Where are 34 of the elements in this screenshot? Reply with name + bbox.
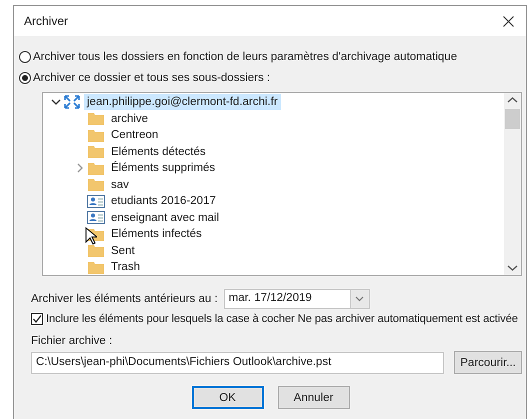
- checkbox[interactable]: [31, 313, 43, 325]
- date-label: Archiver les éléments antérieurs au :: [31, 293, 218, 305]
- file-path-field[interactable]: C:\Users\jean-phi\Documents\Fichiers Outlook\archive.pst: [31, 352, 444, 374]
- close-icon: [503, 16, 514, 26]
- scrollbar-thumb[interactable]: [505, 109, 520, 129]
- tree-item[interactable]: Centreon: [108, 127, 162, 144]
- window-title: Archiver: [24, 14, 68, 28]
- tree-item[interactable]: enseignant avec mail: [108, 210, 222, 226]
- archive-file-label: Fichier archive :: [31, 335, 114, 347]
- tree-item[interactable]: Éléments supprimés: [108, 160, 218, 176]
- mouse-cursor-icon: [85, 227, 97, 245]
- checkbox-label[interactable]: Inclure les éléments pour lesquels la case à cocher Ne pas archiver automatiquement est activée: [46, 313, 518, 325]
- ok-button[interactable]: OK: [192, 386, 264, 409]
- chevron-right-icon[interactable]: [76, 163, 84, 174]
- radio-button[interactable]: [19, 50, 31, 62]
- tree-item[interactable]: Eléments infectés: [108, 226, 205, 242]
- option-label[interactable]: Archiver ce dossier et tous ses sous-dossiers :: [33, 72, 270, 84]
- browse-button[interactable]: Parcourir...: [454, 351, 522, 374]
- option-label[interactable]: Archiver tous les dossiers en fonction de leurs paramètres d'archivage automatique: [33, 50, 458, 62]
- tree-item[interactable]: sav: [108, 176, 132, 193]
- mailbox-icon: [63, 94, 81, 110]
- tree-item[interactable]: etudiants 2016-2017: [108, 193, 219, 210]
- tree-item[interactable]: Sent: [108, 242, 138, 259]
- cancel-button[interactable]: Annuler: [278, 386, 350, 409]
- tree-item[interactable]: Eléments détectés: [108, 144, 209, 160]
- dropdown-caret-icon[interactable]: [355, 296, 364, 302]
- chevron-down-icon[interactable]: [51, 98, 61, 106]
- tree-item[interactable]: Trash: [108, 259, 143, 275]
- checkmark-icon: [32, 314, 42, 324]
- date-picker[interactable]: mar. 17/12/2019: [224, 289, 370, 309]
- radio-button[interactable]: [19, 72, 31, 84]
- tree-item[interactable]: jean.philippe.goi@clermont-fd.archi.fr: [84, 94, 281, 110]
- vertical-scrollbar[interactable]: [504, 93, 521, 275]
- tree-item[interactable]: archive: [108, 110, 152, 127]
